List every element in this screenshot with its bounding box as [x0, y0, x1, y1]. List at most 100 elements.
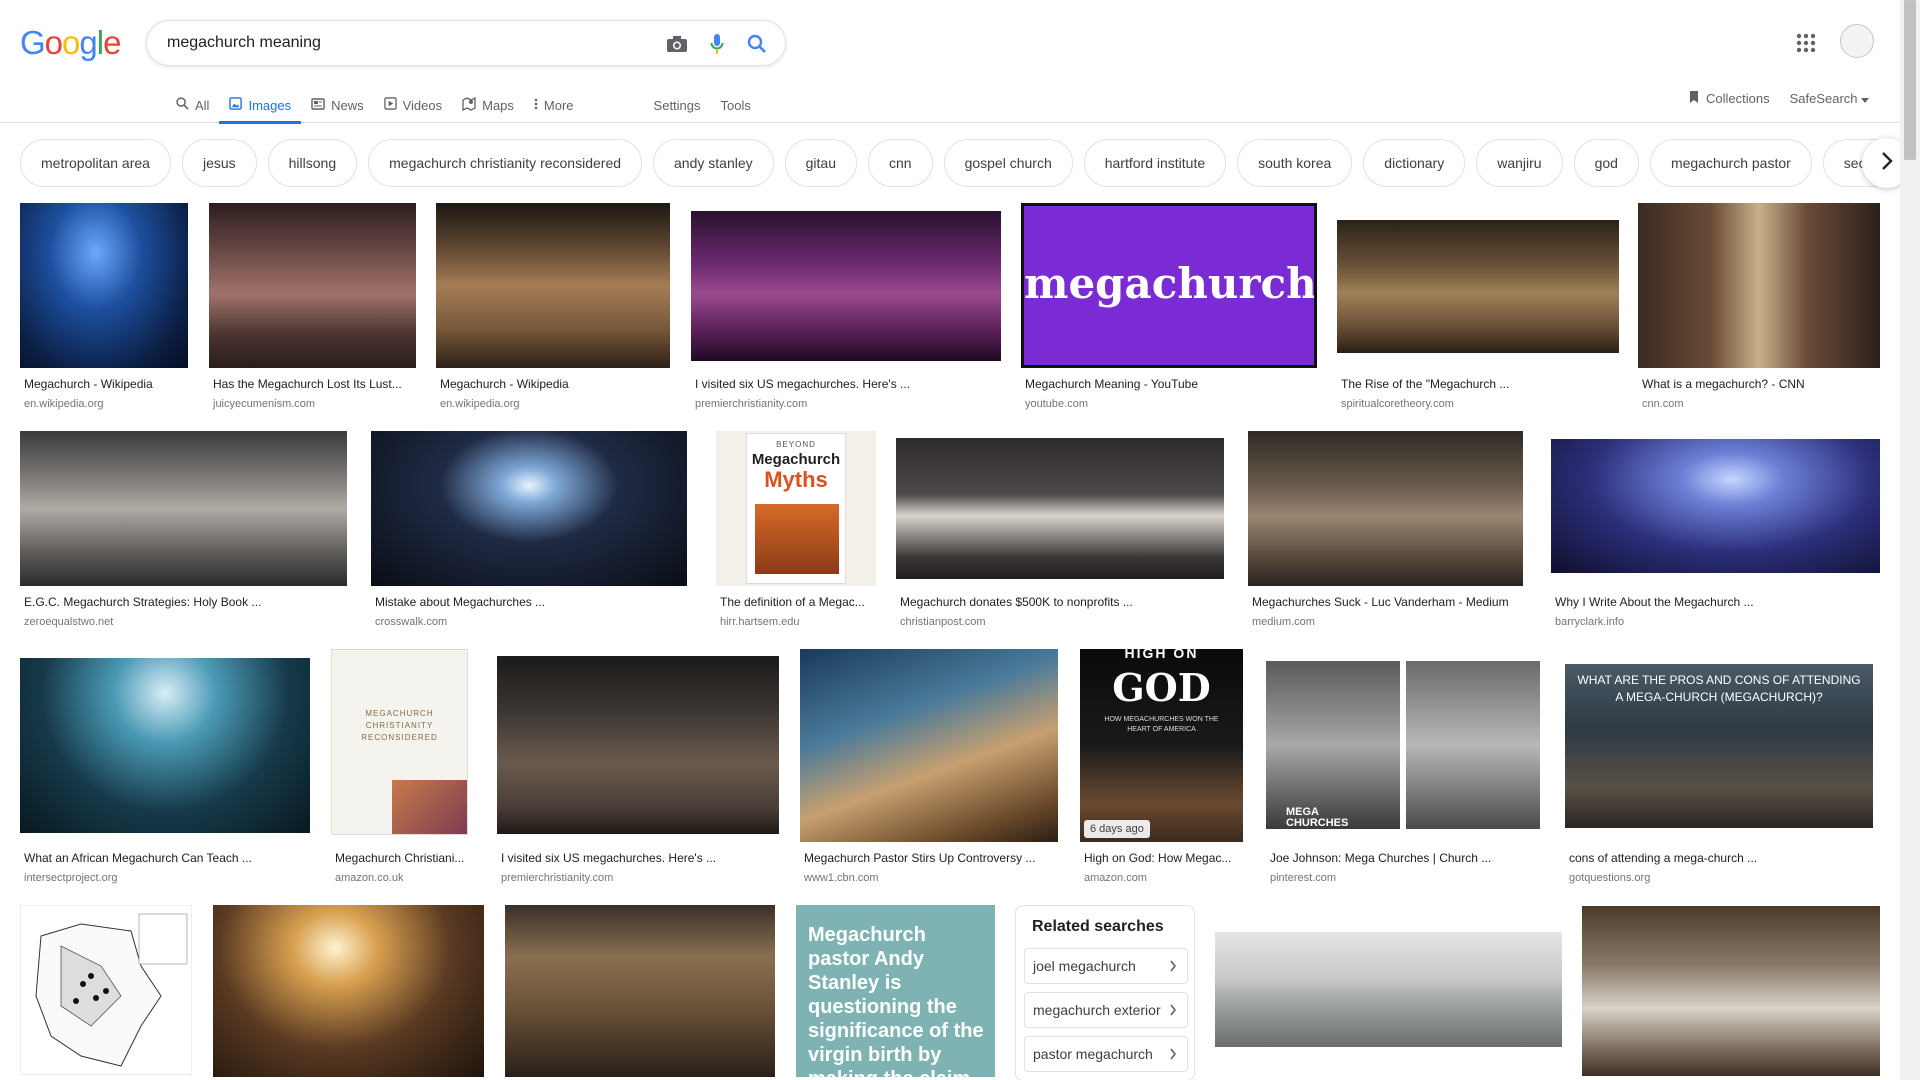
result-title[interactable]: I visited six US megachurches. Here's ..…	[501, 851, 783, 865]
result-thumbnail[interactable]	[20, 203, 188, 368]
chip[interactable]: cnn	[867, 139, 933, 187]
result-title[interactable]: What an African Megachurch Can Teach ...	[24, 851, 314, 865]
related-search-item[interactable]: joel megachurch	[1024, 948, 1188, 984]
result-title[interactable]: Megachurches Suck - Luc Vanderham - Medi…	[1252, 595, 1527, 609]
header: Google megachurch meaning All Images New…	[0, 0, 1900, 124]
tab-videos[interactable]: Videos	[374, 88, 453, 122]
result-thumbnail[interactable]	[800, 649, 1058, 842]
result-thumbnail[interactable]	[20, 658, 310, 833]
tab-more[interactable]: More	[524, 88, 584, 122]
logo-letter: e	[103, 24, 121, 61]
related-search-item[interactable]: pastor megachurch	[1024, 1036, 1188, 1072]
book-title-top: HIGH ON	[1124, 649, 1199, 661]
result-thumbnail[interactable]	[20, 431, 347, 586]
google-logo[interactable]: Google	[20, 24, 121, 62]
search-box[interactable]: megachurch meaning	[146, 20, 786, 66]
result-thumbnail[interactable]	[505, 905, 775, 1077]
chip[interactable]: hartford institute	[1083, 139, 1227, 187]
scrollbar-thumb[interactable]	[1904, 0, 1916, 160]
chip[interactable]: jesus	[181, 139, 257, 187]
result-thumbnail[interactable]: BEYOND Megachurch Myths	[716, 431, 876, 586]
result-thumbnail[interactable]	[371, 431, 687, 586]
chip[interactable]: megachurch christianity reconsidered	[368, 139, 643, 187]
result-thumbnail[interactable]	[1582, 906, 1880, 1076]
microphone-icon[interactable]	[705, 32, 729, 56]
result-thumbnail[interactable]	[209, 203, 416, 368]
camera-icon[interactable]	[665, 32, 689, 56]
chevron-right-icon	[1169, 959, 1177, 975]
result-title[interactable]: Megachurch Meaning - YouTube	[1025, 377, 1321, 391]
settings-link[interactable]: Settings	[644, 88, 711, 122]
chip[interactable]: megachurch pastor	[1649, 139, 1812, 187]
result-domain: amazon.com	[1084, 872, 1147, 884]
thumbnail-text: MEGA CHURCHES	[1286, 806, 1349, 829]
result-title[interactable]: The definition of a Megac...	[720, 595, 880, 609]
result-title[interactable]: What is a megachurch? - CNN	[1642, 377, 1884, 391]
result-title[interactable]: High on God: How Megac...	[1084, 851, 1247, 865]
result-domain: premierchristianity.com	[501, 872, 614, 884]
search-icon[interactable]	[745, 32, 769, 56]
result-title[interactable]: cons of attending a mega-church ...	[1569, 851, 1877, 865]
chip[interactable]: metropolitan area	[20, 139, 171, 187]
tools-link[interactable]: Tools	[711, 88, 761, 122]
result-title[interactable]: E.G.C. Megachurch Strategies: Holy Book …	[24, 595, 351, 609]
result-title[interactable]: Has the Megachurch Lost Its Lust...	[213, 377, 420, 391]
collections-button[interactable]: Collections	[1688, 90, 1770, 107]
result-title[interactable]: Megachurch donates $500K to nonprofits .…	[900, 595, 1228, 609]
result-title[interactable]: Megachurch - Wikipedia	[440, 377, 674, 391]
result-thumbnail[interactable]	[691, 211, 1001, 361]
result-title[interactable]: I visited six US megachurches. Here's ..…	[695, 377, 1005, 391]
result-thumbnail[interactable]	[497, 656, 779, 834]
result-thumbnail[interactable]	[213, 905, 484, 1077]
image-icon	[229, 97, 243, 113]
result-title[interactable]: Why I Write About the Megachurch ...	[1555, 595, 1884, 609]
chip[interactable]: andy stanley	[653, 139, 774, 187]
tab-maps[interactable]: Maps	[452, 88, 524, 122]
result-thumbnail[interactable]	[896, 438, 1224, 579]
tab-news[interactable]: News	[301, 88, 374, 122]
chip[interactable]: gospel church	[943, 139, 1073, 187]
chip[interactable]: hillsong	[267, 139, 358, 187]
result-thumbnail[interactable]	[1215, 932, 1562, 1047]
result-thumbnail[interactable]	[1551, 439, 1880, 573]
search-input[interactable]: megachurch meaning	[167, 34, 321, 52]
result-title[interactable]: Mistake about Megachurches ...	[375, 595, 691, 609]
chip[interactable]: wanjiru	[1476, 139, 1563, 187]
chevron-right-icon	[1169, 1047, 1177, 1063]
result-thumbnail[interactable]: WHAT ARE THE PROS AND CONS OF ATTENDING …	[1565, 664, 1873, 828]
result-thumbnail[interactable]: HIGH ON GOD HOW MEGACHURCHES WON THE HEA…	[1080, 649, 1243, 842]
time-badge: 6 days ago	[1084, 820, 1150, 838]
chevron-right-icon	[1881, 151, 1893, 175]
safesearch-button[interactable]: SafeSearch	[1790, 91, 1869, 106]
result-title[interactable]: Joe Johnson: Mega Churches | Church ...	[1270, 851, 1544, 865]
result-title[interactable]: Megachurch - Wikipedia	[24, 377, 192, 391]
result-title[interactable]: Megachurch Pastor Stirs Up Controversy .…	[804, 851, 1062, 865]
result-thumbnail[interactable]	[436, 203, 670, 368]
result-thumbnail[interactable]: MEGACHURCH CHRISTIANITY RECONSIDERED	[331, 649, 468, 835]
chip[interactable]: dictionary	[1363, 139, 1466, 187]
tab-images[interactable]: Images	[219, 88, 301, 124]
thumb-panel	[1266, 661, 1400, 829]
chip[interactable]: god	[1573, 139, 1639, 187]
result-title[interactable]: Megachurch Christiani...	[335, 851, 472, 865]
thumbnail-text: Megachurch pastor Andy Stanley is questi…	[808, 924, 984, 1077]
result-thumbnail[interactable]: megachurch	[1021, 203, 1317, 368]
tab-all[interactable]: All	[166, 88, 219, 122]
result-domain: pinterest.com	[1270, 872, 1337, 884]
tab-label: Maps	[482, 97, 514, 113]
related-search-item[interactable]: megachurch exterior	[1024, 992, 1188, 1028]
result-thumbnail[interactable]	[1248, 431, 1523, 586]
apps-grid-icon[interactable]	[1796, 33, 1816, 53]
result-thumbnail[interactable]: Megachurch pastor Andy Stanley is questi…	[796, 905, 995, 1077]
chip[interactable]: gitau	[784, 139, 857, 187]
chip[interactable]: south korea	[1237, 139, 1353, 187]
result-thumbnail[interactable]: MEGA CHURCHES	[1266, 661, 1540, 829]
result-thumbnail[interactable]	[1337, 220, 1619, 353]
collections-label: Collections	[1706, 91, 1770, 106]
map-thumbnail[interactable]	[20, 905, 192, 1075]
result-thumbnail[interactable]	[1638, 203, 1880, 368]
page-scrollbar[interactable]	[1900, 0, 1920, 1080]
account-avatar[interactable]	[1840, 24, 1874, 58]
tab-label: Images	[248, 97, 292, 113]
result-title[interactable]: The Rise of the "Megachurch ...	[1341, 377, 1623, 391]
